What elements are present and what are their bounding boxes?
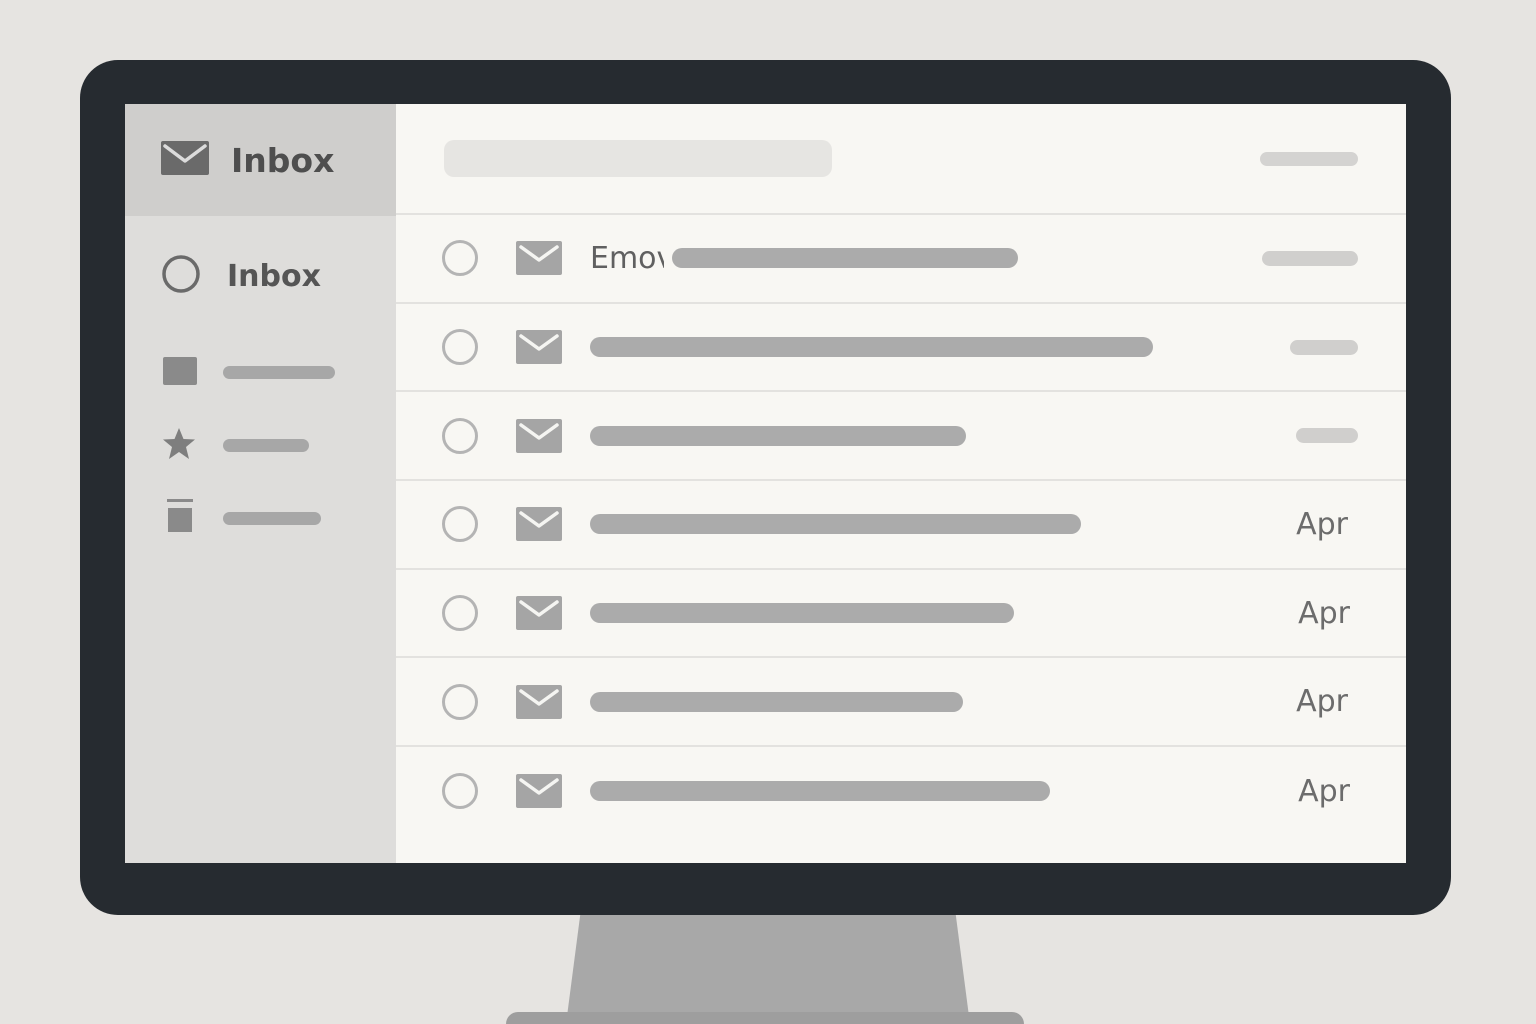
sidebar-item-label: Inbox xyxy=(227,258,321,294)
date-placeholder xyxy=(1262,250,1358,266)
message-row[interactable]: Emov xyxy=(396,215,1406,304)
desktop-scene: Inbox Inbox Emo Apr Apr Apr Apr xyxy=(0,0,1536,1024)
monitor-stand-base xyxy=(506,1012,1024,1024)
select-checkbox[interactable] xyxy=(442,595,478,632)
sidebar-item-label-placeholder xyxy=(223,439,309,452)
date-placeholder xyxy=(1290,339,1358,355)
message-row[interactable]: Apr xyxy=(396,658,1406,748)
select-checkbox[interactable] xyxy=(442,773,478,810)
trash-icon xyxy=(161,497,197,541)
subject-placeholder xyxy=(590,425,966,446)
monitor-bezel: Inbox Inbox Emo Apr Apr Apr Apr xyxy=(80,60,1451,915)
message-date: Apr xyxy=(1296,684,1348,720)
message-subject xyxy=(590,603,1358,624)
subject-placeholder xyxy=(590,337,1153,358)
select-checkbox[interactable] xyxy=(442,240,478,277)
email-app-window: Inbox Inbox Emo Apr Apr Apr Apr xyxy=(125,104,1406,863)
message-subject xyxy=(590,337,1358,358)
star-icon xyxy=(161,427,197,465)
square-icon xyxy=(161,356,197,390)
message-subject xyxy=(590,781,1358,802)
monitor-stand xyxy=(566,900,970,1024)
toolbar-action-placeholder[interactable] xyxy=(1260,151,1358,166)
subject-text: Emov xyxy=(590,240,664,276)
select-checkbox[interactable] xyxy=(442,329,478,366)
date-placeholder xyxy=(1296,428,1358,444)
sidebar-item-label-placeholder xyxy=(223,512,321,525)
subject-placeholder xyxy=(590,781,1050,802)
subject-placeholder xyxy=(590,691,963,712)
sidebar-item-folder[interactable] xyxy=(125,336,396,409)
message-date: Apr xyxy=(1298,595,1350,631)
toolbar xyxy=(396,104,1406,215)
message-row[interactable] xyxy=(396,304,1406,393)
envelope-icon xyxy=(516,330,562,365)
subject-placeholder xyxy=(590,603,1014,624)
subject-placeholder xyxy=(590,514,1081,535)
envelope-icon xyxy=(516,241,562,276)
circle-icon xyxy=(161,254,201,298)
message-subject xyxy=(590,514,1358,535)
message-row[interactable]: Apr xyxy=(396,747,1406,836)
message-subject xyxy=(590,691,1358,712)
sidebar-item-trash[interactable] xyxy=(125,482,396,555)
subject-placeholder xyxy=(672,248,1018,269)
envelope-icon xyxy=(516,774,562,809)
message-list-pane: Emov xyxy=(396,104,1406,863)
message-subject: Emov xyxy=(590,241,1358,276)
sidebar: Inbox Inbox xyxy=(125,104,396,863)
message-row[interactable]: Apr xyxy=(396,570,1406,659)
select-checkbox[interactable] xyxy=(442,683,478,720)
sidebar-header[interactable]: Inbox xyxy=(125,104,396,216)
message-date: Apr xyxy=(1296,506,1348,542)
sidebar-item-label-placeholder xyxy=(223,366,335,379)
message-date: Apr xyxy=(1298,773,1350,809)
app-title: Inbox xyxy=(231,140,335,180)
envelope-icon xyxy=(516,418,562,453)
envelope-icon xyxy=(516,596,562,631)
envelope-icon xyxy=(516,684,562,719)
envelope-icon xyxy=(516,507,562,542)
message-row[interactable] xyxy=(396,392,1406,482)
sidebar-item-inbox[interactable]: Inbox xyxy=(125,216,396,336)
search-input[interactable] xyxy=(444,140,832,177)
envelope-icon xyxy=(161,141,209,179)
select-checkbox[interactable] xyxy=(442,506,478,543)
sidebar-item-starred[interactable] xyxy=(125,409,396,482)
select-checkbox[interactable] xyxy=(442,417,478,454)
message-row[interactable]: Apr xyxy=(396,481,1406,570)
message-subject xyxy=(590,425,1358,446)
